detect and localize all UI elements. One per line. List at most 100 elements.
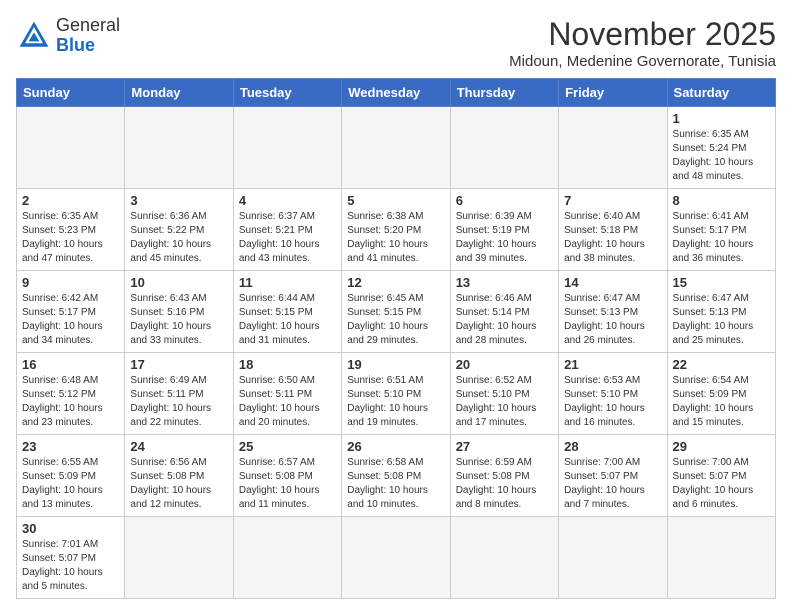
day-number: 20: [456, 357, 553, 372]
calendar-cell: [559, 107, 667, 189]
month-year: November 2025: [509, 16, 776, 53]
day-number: 30: [22, 521, 119, 536]
calendar-cell: 13 Sunrise: 6:46 AM Sunset: 5:14 PM Dayli…: [450, 271, 558, 353]
day-number: 15: [673, 275, 770, 290]
calendar-cell: 9 Sunrise: 6:42 AM Sunset: 5:17 PM Daylig…: [17, 271, 125, 353]
calendar-cell: 3 Sunrise: 6:36 AM Sunset: 5:22 PM Daylig…: [125, 189, 233, 271]
week-row-2: 2 Sunrise: 6:35 AM Sunset: 5:23 PM Daylig…: [17, 189, 776, 271]
day-number: 17: [130, 357, 227, 372]
day-number: 10: [130, 275, 227, 290]
day-info: Sunrise: 6:56 AM Sunset: 5:08 PM Dayligh…: [130, 456, 227, 512]
day-header-wednesday: Wednesday: [342, 79, 450, 107]
calendar-cell: 21 Sunrise: 6:53 AM Sunset: 5:10 PM Dayli…: [559, 353, 667, 435]
day-number: 14: [564, 275, 661, 290]
day-info: Sunrise: 6:46 AM Sunset: 5:14 PM Dayligh…: [456, 292, 553, 348]
calendar-cell: [17, 107, 125, 189]
calendar-cell: [450, 107, 558, 189]
week-row-4: 16 Sunrise: 6:48 AM Sunset: 5:12 PM Dayli…: [17, 353, 776, 435]
week-row-1: 1 Sunrise: 6:35 AM Sunset: 5:24 PM Daylig…: [17, 107, 776, 189]
day-number: 8: [673, 193, 770, 208]
day-info: Sunrise: 7:00 AM Sunset: 5:07 PM Dayligh…: [673, 456, 770, 512]
day-number: 2: [22, 193, 119, 208]
day-number: 1: [673, 111, 770, 126]
week-row-3: 9 Sunrise: 6:42 AM Sunset: 5:17 PM Daylig…: [17, 271, 776, 353]
calendar-cell: [125, 517, 233, 599]
day-info: Sunrise: 6:35 AM Sunset: 5:24 PM Dayligh…: [673, 128, 770, 184]
header: General Blue November 2025 Midoun, Meden…: [16, 16, 776, 70]
day-info: Sunrise: 6:43 AM Sunset: 5:16 PM Dayligh…: [130, 292, 227, 348]
calendar-cell: [667, 517, 775, 599]
day-number: 9: [22, 275, 119, 290]
day-number: 5: [347, 193, 444, 208]
day-number: 16: [22, 357, 119, 372]
day-info: Sunrise: 6:48 AM Sunset: 5:12 PM Dayligh…: [22, 374, 119, 430]
calendar-cell: 12Sunrise: 6:45 AM Sunset: 5:15 PM Dayli…: [342, 271, 450, 353]
day-header-monday: Monday: [125, 79, 233, 107]
calendar-cell: 18 Sunrise: 6:50 AM Sunset: 5:11 PM Dayli…: [233, 353, 341, 435]
calendar-cell: 14Sunrise: 6:47 AM Sunset: 5:13 PM Dayli…: [559, 271, 667, 353]
calendar-cell: 10 Sunrise: 6:43 AM Sunset: 5:16 PM Dayli…: [125, 271, 233, 353]
day-info: Sunrise: 6:55 AM Sunset: 5:09 PM Dayligh…: [22, 456, 119, 512]
day-number: 27: [456, 439, 553, 454]
calendar-cell: 6 Sunrise: 6:39 AM Sunset: 5:19 PM Daylig…: [450, 189, 558, 271]
day-number: 29: [673, 439, 770, 454]
day-info: Sunrise: 6:38 AM Sunset: 5:20 PM Dayligh…: [347, 210, 444, 266]
calendar: SundayMondayTuesdayWednesdayThursdayFrid…: [16, 78, 776, 599]
day-info: Sunrise: 6:50 AM Sunset: 5:11 PM Dayligh…: [239, 374, 336, 430]
day-header-friday: Friday: [559, 79, 667, 107]
day-info: Sunrise: 7:01 AM Sunset: 5:07 PM Dayligh…: [22, 538, 119, 594]
day-info: Sunrise: 6:36 AM Sunset: 5:22 PM Dayligh…: [130, 210, 227, 266]
calendar-cell: 17 Sunrise: 6:49 AM Sunset: 5:11 PM Dayli…: [125, 353, 233, 435]
calendar-cell: [342, 517, 450, 599]
week-row-6: 30 Sunrise: 7:01 AM Sunset: 5:07 PM Dayli…: [17, 517, 776, 599]
logo-text: General Blue: [56, 16, 120, 56]
day-info: Sunrise: 6:53 AM Sunset: 5:10 PM Dayligh…: [564, 374, 661, 430]
calendar-cell: 30 Sunrise: 7:01 AM Sunset: 5:07 PM Dayli…: [17, 517, 125, 599]
day-info: Sunrise: 6:47 AM Sunset: 5:13 PM Dayligh…: [673, 292, 770, 348]
calendar-cell: 7 Sunrise: 6:40 AM Sunset: 5:18 PM Daylig…: [559, 189, 667, 271]
day-number: 26: [347, 439, 444, 454]
calendar-cell: [559, 517, 667, 599]
day-number: 13: [456, 275, 553, 290]
day-info: Sunrise: 6:49 AM Sunset: 5:11 PM Dayligh…: [130, 374, 227, 430]
title-block: November 2025 Midoun, Medenine Governora…: [509, 16, 776, 70]
calendar-cell: [125, 107, 233, 189]
day-number: 6: [456, 193, 553, 208]
calendar-cell: 29 Sunrise: 7:00 AM Sunset: 5:07 PM Dayli…: [667, 435, 775, 517]
day-number: 22: [673, 357, 770, 372]
calendar-cell: 1 Sunrise: 6:35 AM Sunset: 5:24 PM Daylig…: [667, 107, 775, 189]
day-header-saturday: Saturday: [667, 79, 775, 107]
day-number: 25: [239, 439, 336, 454]
calendar-cell: 19Sunrise: 6:51 AM Sunset: 5:10 PM Dayli…: [342, 353, 450, 435]
calendar-cell: 4 Sunrise: 6:37 AM Sunset: 5:21 PM Daylig…: [233, 189, 341, 271]
day-number: 3: [130, 193, 227, 208]
calendar-cell: 27 Sunrise: 6:59 AM Sunset: 5:08 PM Dayli…: [450, 435, 558, 517]
day-info: Sunrise: 6:37 AM Sunset: 5:21 PM Dayligh…: [239, 210, 336, 266]
day-info: Sunrise: 6:42 AM Sunset: 5:17 PM Dayligh…: [22, 292, 119, 348]
day-info: Sunrise: 6:45 AM Sunset: 5:15 PM Dayligh…: [347, 292, 444, 348]
day-info: Sunrise: 6:58 AM Sunset: 5:08 PM Dayligh…: [347, 456, 444, 512]
day-info: Sunrise: 6:35 AM Sunset: 5:23 PM Dayligh…: [22, 210, 119, 266]
day-info: Sunrise: 6:57 AM Sunset: 5:08 PM Dayligh…: [239, 456, 336, 512]
day-number: 18: [239, 357, 336, 372]
day-number: 7: [564, 193, 661, 208]
calendar-cell: 2 Sunrise: 6:35 AM Sunset: 5:23 PM Daylig…: [17, 189, 125, 271]
day-info: Sunrise: 6:44 AM Sunset: 5:15 PM Dayligh…: [239, 292, 336, 348]
calendar-cell: 11Sunrise: 6:44 AM Sunset: 5:15 PM Dayli…: [233, 271, 341, 353]
calendar-cell: 24 Sunrise: 6:56 AM Sunset: 5:08 PM Dayli…: [125, 435, 233, 517]
day-info: Sunrise: 6:59 AM Sunset: 5:08 PM Dayligh…: [456, 456, 553, 512]
day-info: Sunrise: 6:39 AM Sunset: 5:19 PM Dayligh…: [456, 210, 553, 266]
calendar-cell: 25 Sunrise: 6:57 AM Sunset: 5:08 PM Dayli…: [233, 435, 341, 517]
calendar-cell: [450, 517, 558, 599]
day-info: Sunrise: 6:51 AM Sunset: 5:10 PM Dayligh…: [347, 374, 444, 430]
calendar-cell: 22Sunrise: 6:54 AM Sunset: 5:09 PM Dayli…: [667, 353, 775, 435]
logo-icon: [16, 18, 52, 54]
day-number: 21: [564, 357, 661, 372]
week-row-5: 23Sunrise: 6:55 AM Sunset: 5:09 PM Dayli…: [17, 435, 776, 517]
calendar-cell: [342, 107, 450, 189]
day-info: Sunrise: 6:52 AM Sunset: 5:10 PM Dayligh…: [456, 374, 553, 430]
day-info: Sunrise: 6:40 AM Sunset: 5:18 PM Dayligh…: [564, 210, 661, 266]
day-number: 4: [239, 193, 336, 208]
day-header-thursday: Thursday: [450, 79, 558, 107]
day-number: 24: [130, 439, 227, 454]
